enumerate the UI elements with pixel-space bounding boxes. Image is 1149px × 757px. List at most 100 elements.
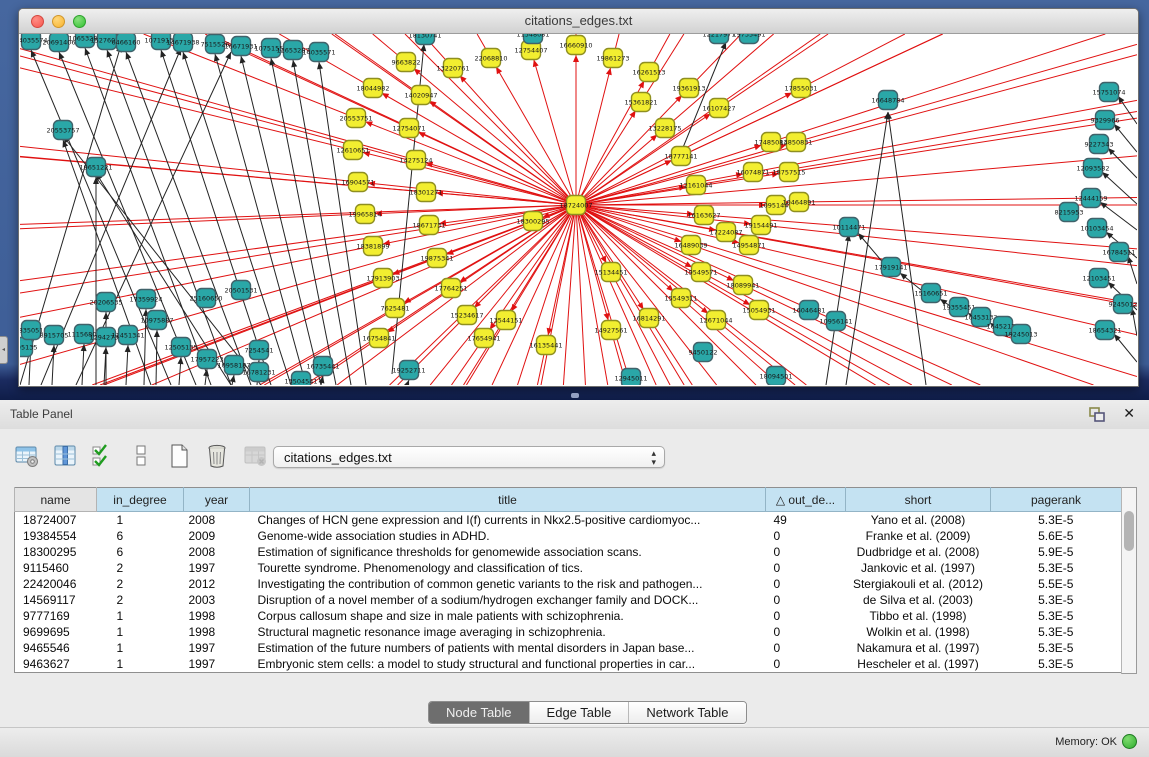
graph-node-label: 17764251 [434,285,467,293]
table-row[interactable]: 977716911998Corpus callosum shape and si… [15,608,1122,624]
edge-arrowhead [126,52,132,60]
cell-pagerank: 5.3E-5 [991,512,1122,529]
graph-node-label: 10114471 [832,224,865,232]
table-scrollbar[interactable] [1121,487,1137,674]
cell-short: Franke et al. (2009) [846,528,991,544]
citation-edge[interactable] [576,100,1137,205]
table-row[interactable]: 969969511998Structural magnetic resonanc… [15,624,1122,640]
unselect-all-icon[interactable] [126,442,156,470]
graph-node-label: 6466160 [112,39,141,47]
citation-edge[interactable] [20,205,576,293]
graph-node-label: 22068810 [474,55,507,63]
citation-edge[interactable] [537,205,576,385]
select-all-icon[interactable] [88,442,118,470]
table-row[interactable]: 946362711997Embryonic stem cells: a mode… [15,656,1122,673]
graph-node-label: 16163627 [687,212,720,220]
edge-arrowhead [107,50,113,58]
show-column-icon[interactable] [50,442,80,470]
graph-node-label: 14020947 [404,92,437,100]
network-window[interactable]: citations_edges.txt 96638221804498220553… [18,8,1139,387]
network-canvas[interactable]: 9663822180449822055375112610651169045711… [20,34,1137,385]
graph-node-label: 16135441 [529,342,562,350]
table-mode-icon[interactable] [12,442,42,470]
graph-node-label: 12945011 [614,375,647,383]
table-row[interactable]: 946554611997Estimation of the future num… [15,640,1122,656]
graph-node-label: 12505135 [164,344,197,352]
graph-node-label: 25160650 [189,295,222,303]
graph-node-label: 11548081 [516,34,549,39]
cell-year: 2008 [184,544,250,560]
column-header-title[interactable]: title [250,488,766,512]
citation-edge[interactable] [451,205,576,385]
citation-edge[interactable] [888,112,926,385]
cell-title: Estimation of the future numbers of pati… [250,640,766,656]
citation-edge[interactable] [161,50,271,385]
citation-edge[interactable] [576,205,656,385]
table-row[interactable]: 1938455462009Genome-wide association stu… [15,528,1122,544]
edge-arrowhead [154,330,160,337]
tab-edge-table[interactable]: Edge Table [530,702,630,723]
table-row[interactable]: 1456911722003Disruption of a novel membe… [15,592,1122,608]
collapsed-panel-tab[interactable]: ◂ [0,336,8,364]
cell-name: 14569117 [15,592,97,608]
edge-arrowhead [125,345,131,352]
table-row[interactable]: 1830029562008Estimation of significance … [15,544,1122,560]
cell-pagerank: 5.9E-5 [991,544,1122,560]
edge-arrowhead [230,375,236,382]
cell-pagerank: 5.6E-5 [991,528,1122,544]
edge-arrowhead [59,52,65,60]
graph-node-label: 10975887 [140,317,173,325]
cell-year: 1997 [184,560,250,576]
cell-pagerank: 5.3E-5 [991,608,1122,624]
graph-node-label: 18089941 [726,282,759,290]
graph-node-label: 8215953 [1055,209,1084,217]
float-panel-icon[interactable] [1089,407,1105,422]
table-scrollbar-thumb[interactable] [1124,511,1134,551]
column-header-short[interactable]: short [846,488,991,512]
node-table-header-row: namein_degreeyeartitle△ out_de...shortpa… [15,488,1122,512]
table-row[interactable]: 2242004622012Investigating the contribut… [15,576,1122,592]
node-table: namein_degreeyeartitle△ out_de...shortpa… [14,487,1122,673]
citation-edge[interactable] [126,52,251,385]
table-row[interactable]: 1872400712008Changes of HCN gene express… [15,512,1122,529]
citation-edge[interactable] [20,49,576,205]
graph-node-label: 7625481 [381,305,410,313]
window-titlebar[interactable]: citations_edges.txt [19,9,1138,34]
citation-edge[interactable] [20,205,576,229]
cell-pagerank: 5.3E-5 [991,560,1122,576]
splitter-handle[interactable] [571,393,579,398]
graph-node-label: 17654941 [467,335,500,343]
table-select-dropdown[interactable]: citations_edges.txt ▴▾ [273,446,665,468]
cell-in_degree: 1 [97,640,184,656]
cell-short: Nakamura et al. (1997) [846,640,991,656]
table-tabs: Node TableEdge TableNetwork Table [428,701,747,724]
new-column-icon[interactable] [164,442,194,470]
graph-node-label: 18777141 [664,153,697,161]
column-header-out_degree[interactable]: △ out_de... [766,488,846,512]
citation-edge[interactable] [241,56,321,385]
graph-node-label: 15054931 [742,307,775,315]
citation-edge[interactable] [20,205,576,281]
graph-node-label: 9505135 [20,344,37,352]
citation-edge[interactable] [20,56,576,205]
citation-edge[interactable] [156,330,157,385]
citation-edge[interactable] [576,197,1137,205]
graph-node-label: 16074871 [736,169,769,177]
tab-node-table[interactable]: Node Table [429,702,530,723]
column-header-year[interactable]: year [184,488,250,512]
graph-node-label: 9329966 [1091,117,1120,125]
column-header-in_degree[interactable]: in_degree [97,488,184,512]
close-panel-icon[interactable]: ✕ [1123,405,1135,422]
cell-short: Yano et al. (2008) [846,512,991,529]
memory-status-indicator[interactable] [1122,734,1137,749]
column-header-name[interactable]: name [15,488,97,512]
column-header-pagerank[interactable]: pagerank [991,488,1122,512]
graph-node-label: 18381899 [356,243,389,251]
edge-arrowhead [533,60,539,68]
tab-network-table[interactable]: Network Table [629,702,745,723]
node-table-body: 1872400712008Changes of HCN gene express… [15,512,1122,673]
table-row[interactable]: 911546021997Tourette syndrome. Phenomeno… [15,560,1122,576]
delete-column-icon[interactable] [202,442,232,470]
citation-edge[interactable] [576,205,1094,385]
graph-node-label: 13504541 [284,378,317,386]
